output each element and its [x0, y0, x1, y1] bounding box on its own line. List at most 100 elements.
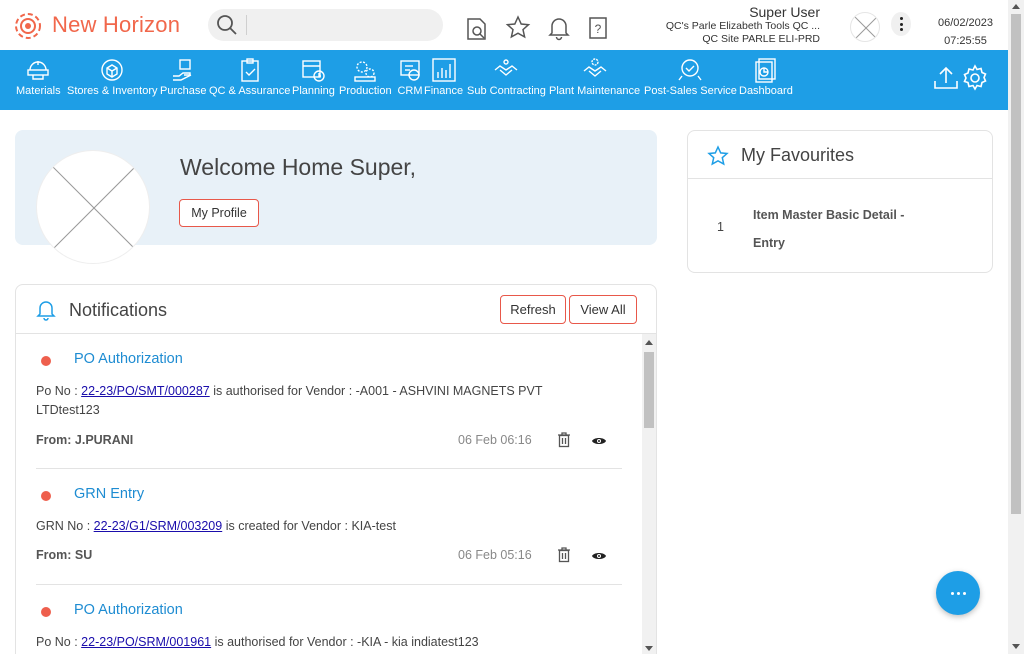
- chat-bubble-icon[interactable]: [936, 571, 980, 615]
- page-scrollbar[interactable]: [1008, 0, 1024, 654]
- from-value: SU: [74, 548, 93, 562]
- nav-item-dashboard[interactable]: Dashboard: [739, 56, 793, 97]
- notification-text-cont: LTDtest123: [36, 403, 100, 417]
- production-icon: [354, 61, 376, 82]
- notifications-scrollbar-thumb[interactable]: [644, 352, 654, 428]
- current-time: 07:25:55: [944, 35, 987, 47]
- notification-item[interactable]: PO Authorization Po No : 22-23/PO/SMT/00…: [36, 334, 622, 469]
- settings-gear-icon[interactable]: [961, 64, 989, 92]
- user-name: Super User: [749, 4, 820, 20]
- star-icon[interactable]: [505, 15, 531, 41]
- nav-item-purchase[interactable]: Purchase: [160, 56, 206, 97]
- notification-time: 06 Feb 06:16: [458, 433, 532, 447]
- module-nav-bar: Materials Stores & Inventory Purchase QC…: [0, 50, 1008, 110]
- nav-item-post-sales-service[interactable]: Post-Sales Service: [644, 56, 737, 97]
- favourite-index: 1: [717, 220, 724, 234]
- notification-list: PO Authorization Po No : 22-23/PO/SMT/00…: [16, 334, 642, 654]
- user-site: QC Site PARLE ELI-PRD: [702, 33, 820, 45]
- nav-item-plant-maintenance[interactable]: Plant Maintenance: [549, 56, 640, 97]
- favourite-label-cont[interactable]: Entry: [753, 229, 933, 257]
- user-avatar[interactable]: [850, 12, 880, 42]
- global-search[interactable]: [208, 9, 443, 41]
- scroll-down-arrow-icon[interactable]: [645, 646, 653, 651]
- page-scrollbar-thumb[interactable]: [1011, 14, 1021, 514]
- nav-label: CRM: [397, 85, 423, 97]
- scroll-down-arrow-icon[interactable]: [1012, 644, 1020, 649]
- nav-item-qc-assurance[interactable]: QC & Assurance: [209, 56, 290, 97]
- nav-item-crm[interactable]: CRM: [397, 56, 423, 97]
- scroll-up-arrow-icon[interactable]: [645, 340, 653, 345]
- nav-item-finance[interactable]: Finance: [424, 56, 463, 97]
- notifications-header: Notifications Refresh View All: [16, 285, 656, 334]
- notification-from: From: J.PURANI: [36, 433, 133, 447]
- scroll-up-arrow-icon[interactable]: [1012, 4, 1020, 9]
- notification-text: is authorised for Vendor : -KIA - kia in…: [211, 635, 479, 649]
- dashboard-icon: [755, 58, 776, 83]
- refresh-button[interactable]: Refresh: [500, 295, 566, 324]
- bell-icon[interactable]: [546, 15, 572, 41]
- notification-item[interactable]: PO Authorization Po No : 22-23/PO/SRM/00…: [36, 585, 622, 654]
- user-info[interactable]: Super User QC's Parle Elizabeth Tools QC…: [666, 4, 820, 46]
- post-sales-service-icon: [678, 59, 703, 81]
- my-profile-button[interactable]: My Profile: [179, 199, 259, 227]
- favourites-title: My Favourites: [741, 145, 855, 165]
- nav-label: Stores & Inventory: [67, 85, 158, 97]
- notifications-title: Notifications: [69, 300, 168, 320]
- favourite-item[interactable]: Item Master Basic Detail - Entry: [753, 201, 933, 257]
- notification-time: 06 Feb 05:16: [458, 548, 532, 562]
- from-label: From:: [36, 548, 75, 562]
- notifications-scrollbar[interactable]: [642, 334, 656, 654]
- notification-body: Po No : 22-23/PO/SMT/000287 is authorise…: [36, 382, 576, 420]
- more-options-icon[interactable]: [891, 12, 911, 36]
- upload-icon[interactable]: [932, 64, 960, 92]
- favourites-header: My Favourites: [688, 131, 992, 179]
- notification-text: is created for Vendor : KIA-test: [222, 519, 396, 533]
- brand-name[interactable]: New Horizon: [52, 12, 180, 38]
- profile-avatar: [36, 150, 150, 264]
- document-link[interactable]: 22-23/PO/SRM/001961: [81, 635, 211, 649]
- nav-label: Finance: [424, 85, 464, 97]
- delete-trash-icon[interactable]: [557, 547, 571, 563]
- view-all-button[interactable]: View All: [569, 295, 637, 324]
- notification-item[interactable]: GRN Entry GRN No : 22-23/G1/SRM/003209 i…: [36, 469, 622, 585]
- unread-dot-icon: [41, 356, 51, 366]
- notification-prefix: GRN No :: [36, 519, 94, 533]
- nav-label: Planning: [292, 85, 335, 97]
- notification-text: is authorised for Vendor : -A001 - ASHVI…: [209, 384, 543, 398]
- datetime: 06/02/2023 07:25:55: [928, 14, 1003, 50]
- document-link[interactable]: 22-23/G1/SRM/003209: [94, 519, 223, 533]
- delete-trash-icon[interactable]: [557, 432, 571, 448]
- sub-contracting-icon: [495, 59, 518, 76]
- notification-title[interactable]: GRN Entry: [74, 486, 144, 502]
- notification-title[interactable]: PO Authorization: [74, 602, 183, 618]
- favourite-label[interactable]: Item Master Basic Detail -: [753, 201, 933, 229]
- finance-icon: [431, 58, 456, 82]
- notification-prefix: Po No :: [36, 384, 82, 398]
- nav-item-production[interactable]: Production: [339, 56, 392, 97]
- top-header: New Horizon ? Super User QC's Parle Eliz…: [0, 0, 1008, 50]
- plant-maintenance-icon: [583, 58, 606, 77]
- materials-icon: [27, 61, 50, 80]
- purchase-icon: [173, 59, 192, 81]
- search-separator: [246, 15, 247, 35]
- nav-label: Production: [339, 85, 392, 97]
- search-icon[interactable]: [216, 14, 238, 36]
- nav-item-planning[interactable]: Planning: [292, 56, 335, 97]
- app-logo-gear-icon[interactable]: [12, 10, 44, 42]
- document-link[interactable]: 22-23/PO/SMT/000287: [81, 384, 210, 398]
- from-label: From:: [36, 433, 75, 447]
- welcome-title: Welcome Home Super,: [180, 154, 417, 180]
- notification-title[interactable]: PO Authorization: [74, 351, 183, 367]
- crm-icon: [400, 60, 420, 81]
- nav-item-stores-inventory[interactable]: Stores & Inventory: [67, 56, 158, 97]
- help-notebook-icon[interactable]: ?: [585, 15, 611, 41]
- notification-body: GRN No : 22-23/G1/SRM/003209 is created …: [36, 517, 576, 536]
- notification-from: From: SU: [36, 548, 92, 562]
- nav-item-materials[interactable]: Materials: [16, 56, 61, 97]
- nav-item-sub-contracting[interactable]: Sub Contracting: [467, 56, 546, 97]
- search-input[interactable]: [252, 15, 432, 35]
- view-eye-icon[interactable]: [591, 550, 607, 562]
- unread-dot-icon: [41, 491, 51, 501]
- document-search-icon[interactable]: [464, 16, 490, 42]
- view-eye-icon[interactable]: [591, 435, 607, 447]
